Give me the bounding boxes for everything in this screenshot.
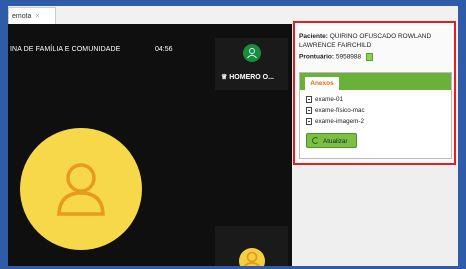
close-icon[interactable]: × [35,13,39,20]
participant-avatar [243,44,261,62]
file-icon [306,96,312,103]
patient-info-panel: Paciente: QUIRINO OFUSCADO ROWLAND LAWRE… [293,21,456,165]
app-window: emota × INA DE FAMÍLIA E COMUNIDADE 04:5… [0,0,466,269]
self-avatar [239,248,265,266]
video-call-area: INA DE FAMÍLIA E COMUNIDADE 04:56 ♕ HOME… [8,24,292,266]
record-number: 5958988 [335,53,362,61]
attachment-label: exame-01 [315,96,344,104]
moderator-icon: ♕ [221,74,228,81]
refresh-icon [312,137,319,144]
meeting-timer: 04:56 [155,46,173,53]
attachment-label: exame-físico-mac [315,107,365,115]
attachment-label: exame-imagem-2 [315,118,364,126]
patient-name-row: Paciente: QUIRINO OFUSCADO ROWLAND [299,33,431,40]
participant-name: HOMERO O... [229,74,274,81]
attachments-panel: Anexos exame-01 exame-físico-mac exame-i… [299,72,452,159]
self-view-thumbnail[interactable] [215,226,288,266]
attachments-tabbar: Anexos [300,73,451,90]
refresh-label: Atualizar [323,138,348,145]
participant-name-wrap: ♕ HOMERO O... [221,73,274,81]
patient-name-line2: LAWRENCE FAIRCHILD [299,42,372,49]
attachment-item[interactable]: exame-físico-mac [306,107,365,114]
attachment-item[interactable]: exame-imagem-2 [306,118,364,125]
document-icon[interactable] [365,53,373,61]
user-icon [57,163,105,216]
patient-name: QUIRINO OFUSCADO ROWLAND [329,33,432,40]
tab-anexos[interactable]: Anexos [304,76,340,90]
user-icon [244,251,260,266]
participant-thumbnail[interactable]: ♕ HOMERO O... [215,38,288,90]
tab-remota[interactable]: emota × [8,7,56,24]
patient-label: Paciente: [299,33,328,40]
tab-label: emota [12,13,32,20]
file-icon [306,107,312,114]
record-label: Prontuário: [299,53,335,61]
main-participant-avatar [20,128,142,250]
meeting-title: INA DE FAMÍLIA E COMUNIDADE [10,46,121,53]
refresh-button[interactable]: Atualizar [306,133,357,148]
record-row: Prontuário: 5958988 [299,53,373,61]
file-icon [306,118,312,125]
attachment-item[interactable]: exame-01 [306,96,343,103]
user-icon [247,48,257,59]
